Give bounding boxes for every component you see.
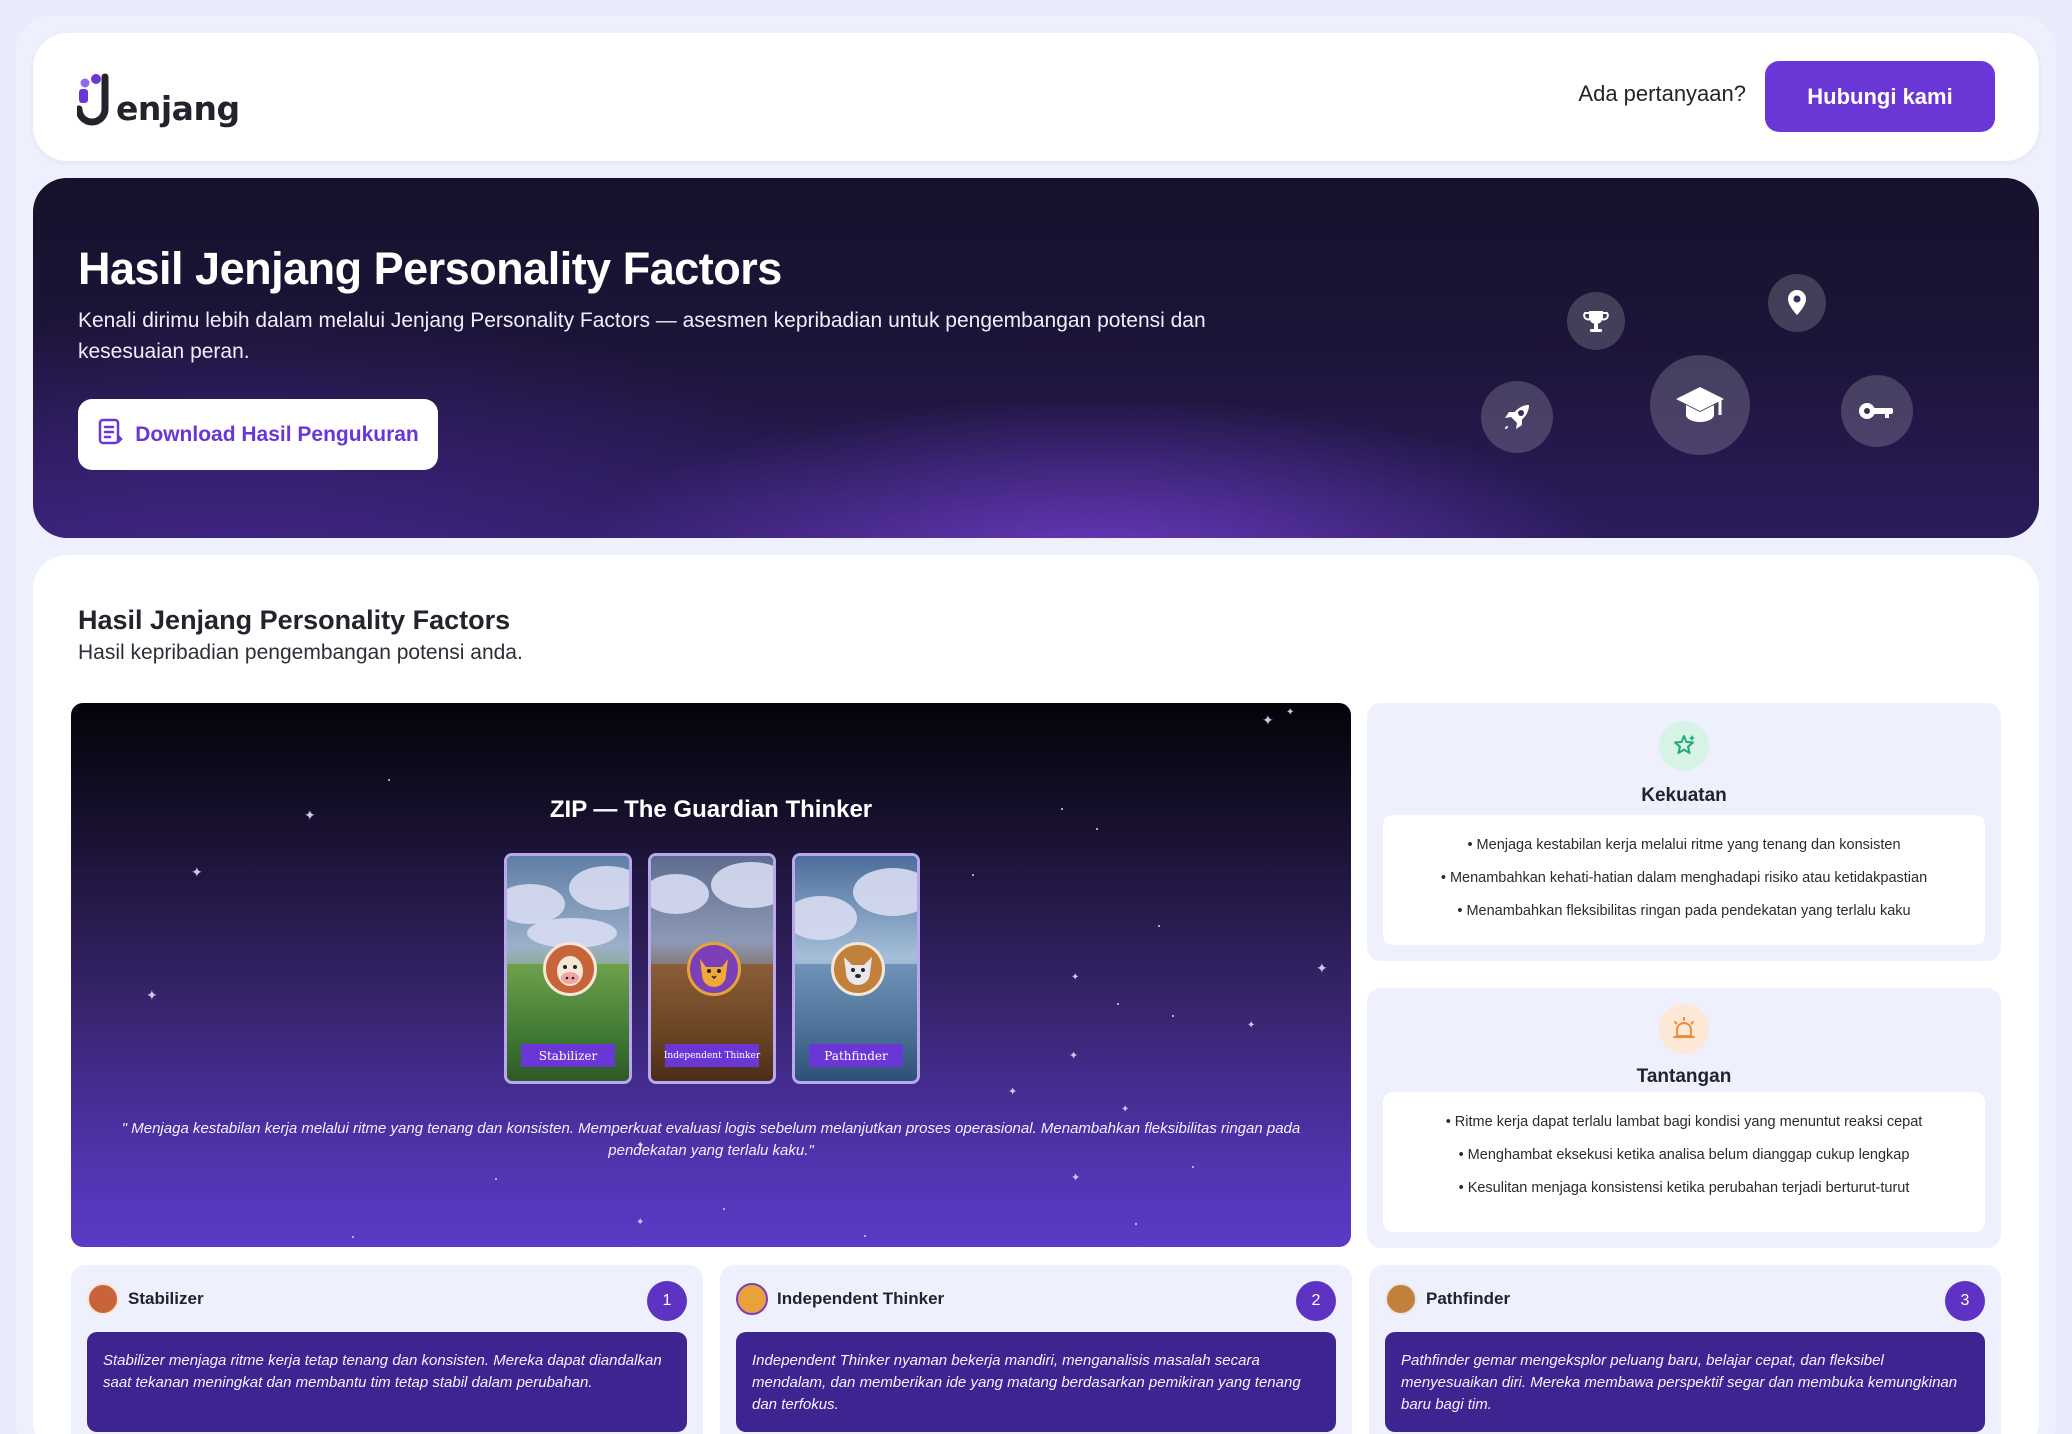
type-card-label: Independent Thinker xyxy=(664,1044,760,1067)
persona-name: Independent Thinker xyxy=(777,1289,945,1308)
cat-avatar-icon xyxy=(687,942,741,996)
star-dot xyxy=(1192,1166,1194,1168)
persona-description: Independent Thinker nyaman bekerja mandi… xyxy=(736,1332,1336,1432)
sparkle-icon: ✦ xyxy=(1071,1172,1081,1184)
list-item: • Kesulitan menjaga konsistensi ketika p… xyxy=(1458,1180,1910,1196)
list-item: • Menambahkan kehati-hatian dalam mengha… xyxy=(1440,870,1928,886)
hero-banner: Hasil Jenjang Personality Factors Kenali… xyxy=(33,178,2039,538)
persona-name: Pathfinder xyxy=(1426,1289,1511,1308)
personality-quote: " Menjaga kestabilan kerja melalui ritme… xyxy=(121,1120,1301,1159)
persona-rank-badge: 1 xyxy=(647,1281,687,1321)
persona-name: Stabilizer xyxy=(128,1289,204,1308)
sparkle-icon: ✦ xyxy=(1071,972,1080,983)
wolf-avatar-icon xyxy=(831,942,885,996)
sparkle-icon: ✦ xyxy=(1262,712,1274,728)
persona-card-stabilizer: Stabilizer 1 Stabilizer menjaga ritme ke… xyxy=(71,1265,703,1434)
download-button-label: Download Hasil Pengukuran xyxy=(135,422,419,446)
result-subtitle: Hasil kepribadian pengembangan potensi a… xyxy=(78,641,523,664)
sparkle-icon: ✦ xyxy=(1316,960,1328,976)
strengths-panel: Kekuatan • Menjaga kestabilan kerja mela… xyxy=(1367,703,2001,961)
star-dot xyxy=(972,874,974,876)
wolf-avatar-icon xyxy=(1385,1283,1417,1315)
star-dot xyxy=(388,779,390,781)
star-dot xyxy=(1117,1003,1119,1005)
challenges-title: Tantangan xyxy=(1636,1066,1732,1087)
cat-avatar-icon xyxy=(736,1283,768,1315)
star-dot xyxy=(723,1208,725,1210)
challenges-list: • Ritme kerja dapat terlalu lambat bagi … xyxy=(1383,1092,1985,1232)
sparkle-icon: ✦ xyxy=(1247,1020,1256,1031)
logo-text: enjang xyxy=(116,89,240,128)
sparkle-icon: ✦ xyxy=(1286,707,1295,718)
star-dot xyxy=(1096,828,1098,830)
type-card-stabilizer[interactable]: Stabilizer xyxy=(504,853,632,1084)
contact-button[interactable]: Hubungi kami xyxy=(1765,61,1995,132)
location-pin-icon xyxy=(1768,274,1826,332)
sparkle-icon: ✦ xyxy=(1069,1050,1079,1062)
alarm-icon xyxy=(1659,1004,1709,1054)
sparkle-icon: ✦ xyxy=(636,1217,645,1228)
hero-title: Hasil Jenjang Personality Factors xyxy=(78,243,782,294)
trophy-icon xyxy=(1567,292,1625,350)
list-item: • Menambahkan fleksibilitas ringan pada … xyxy=(1457,903,1911,919)
hero-subtitle: Kenali dirimu lebih dalam melalui Jenjan… xyxy=(78,309,1206,363)
list-item: • Menghambat eksekusi ketika analisa bel… xyxy=(1458,1147,1910,1163)
cow-avatar-icon xyxy=(543,942,597,996)
sparkle-icon: ✦ xyxy=(1121,1104,1130,1115)
sparkle-star-icon xyxy=(1659,721,1709,771)
graduation-cap-icon xyxy=(1650,355,1750,455)
question-text: Ada pertanyaan? xyxy=(1578,81,1746,106)
type-card-label: Pathfinder xyxy=(809,1044,903,1067)
star-dot xyxy=(495,1178,497,1180)
download-results-button[interactable]: Download Hasil Pengukuran xyxy=(78,399,438,470)
star-dot xyxy=(1158,925,1160,927)
challenges-panel: Tantangan • Ritme kerja dapat terlalu la… xyxy=(1367,988,2001,1248)
persona-description: Pathfinder gemar mengeksplor peluang bar… xyxy=(1385,1332,1985,1432)
key-icon xyxy=(1841,375,1913,447)
persona-description: Stabilizer menjaga ritme kerja tetap ten… xyxy=(87,1332,687,1432)
document-icon xyxy=(97,418,123,452)
sparkle-icon: ✦ xyxy=(191,864,203,880)
type-card-label: Stabilizer xyxy=(521,1044,615,1067)
type-card-independent-thinker[interactable]: Independent Thinker xyxy=(648,853,776,1084)
star-dot xyxy=(1135,1223,1137,1225)
star-dot xyxy=(352,1236,354,1238)
rocket-icon xyxy=(1481,381,1553,453)
persona-rank-badge: 2 xyxy=(1296,1281,1336,1321)
star-dot xyxy=(1172,1015,1174,1017)
strengths-list: • Menjaga kestabilan kerja melalui ritme… xyxy=(1383,815,1985,945)
personality-type-title: ZIP — The Guardian Thinker xyxy=(549,796,873,823)
sparkle-icon: ✦ xyxy=(146,987,158,1003)
list-item: • Ritme kerja dapat terlalu lambat bagi … xyxy=(1445,1114,1923,1130)
strengths-title: Kekuatan xyxy=(1641,785,1727,806)
result-section: Hasil Jenjang Personality Factors Hasil … xyxy=(33,555,2039,1434)
top-header: enjang Ada pertanyaan? Hubungi kami xyxy=(33,33,2039,161)
persona-rank-badge: 3 xyxy=(1945,1281,1985,1321)
persona-card-independent-thinker: Independent Thinker 2 Independent Thinke… xyxy=(720,1265,1352,1434)
cow-avatar-icon xyxy=(87,1283,119,1315)
persona-card-pathfinder: Pathfinder 3 Pathfinder gemar mengeksplo… xyxy=(1369,1265,2001,1434)
jenjang-logo[interactable]: enjang xyxy=(75,69,240,129)
result-title: Hasil Jenjang Personality Factors xyxy=(78,605,511,635)
personality-scene: ✦ ✦ ✦ ✦ ✦ ✦ ✦ ✦ ✦ ✦ ✦ ✦ ✦ ✦ ZIP — The Gu… xyxy=(71,703,1351,1247)
sparkle-icon: ✦ xyxy=(1008,1086,1018,1098)
list-item: • Menjaga kestabilan kerja melalui ritme… xyxy=(1467,837,1901,853)
type-card-pathfinder[interactable]: Pathfinder xyxy=(792,853,920,1084)
logo-mark-icon xyxy=(75,73,115,129)
star-dot xyxy=(864,1235,866,1237)
